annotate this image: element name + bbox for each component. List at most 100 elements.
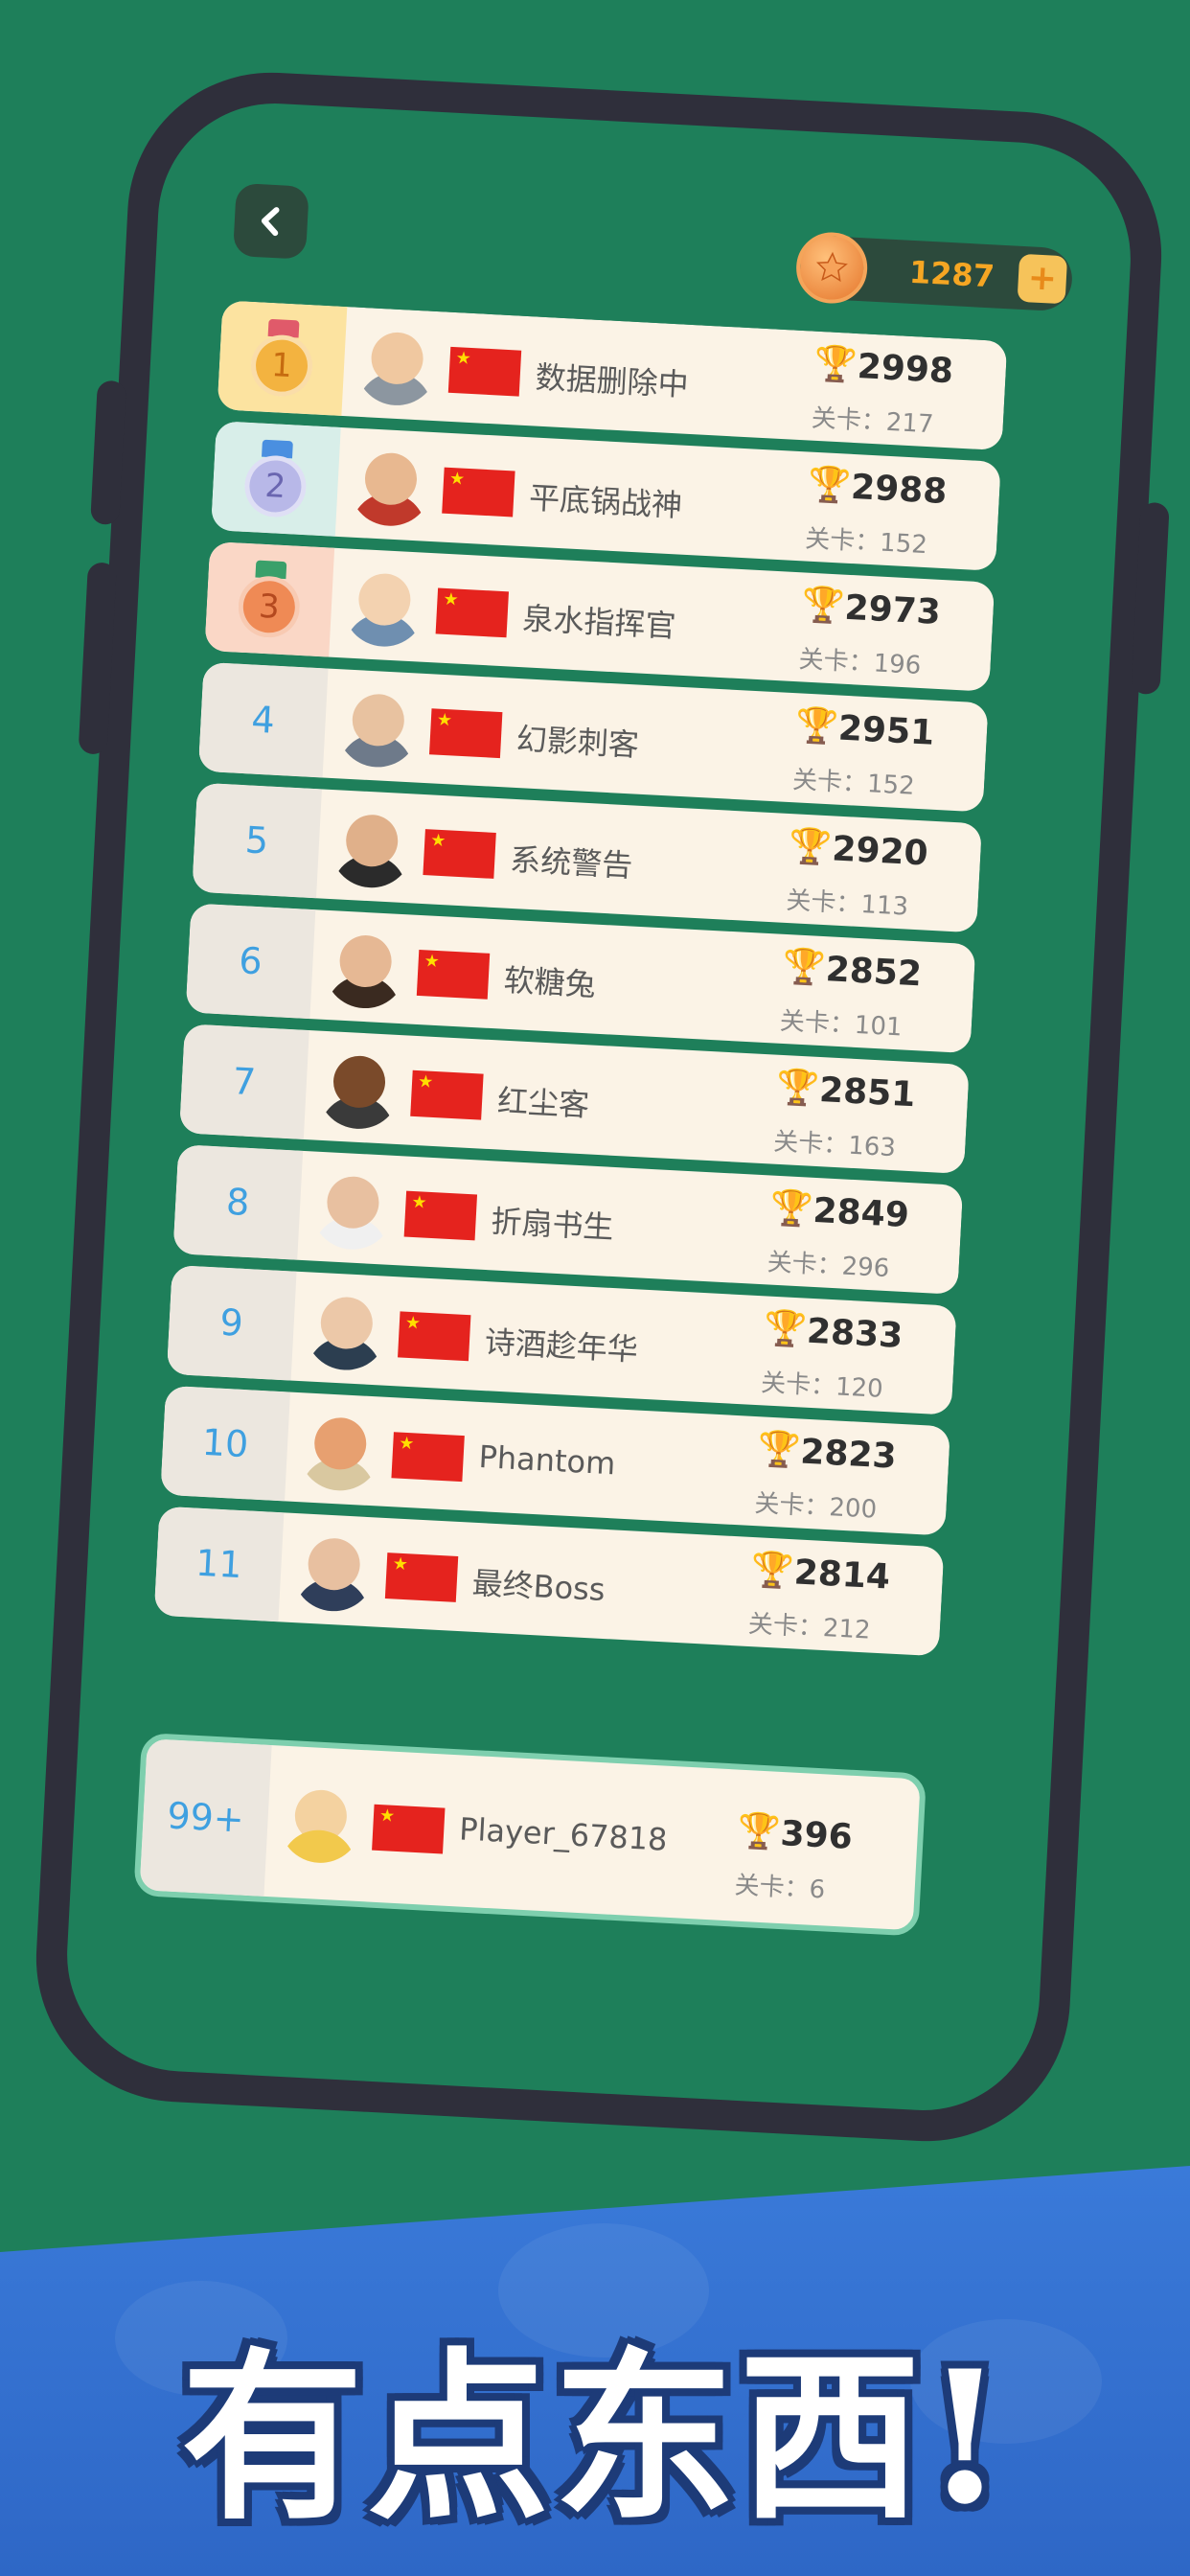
rank-number: 7: [178, 1024, 309, 1139]
player-avatar: [347, 442, 433, 528]
china-flag-icon: ★: [384, 1552, 459, 1602]
china-flag-icon: ★: [435, 587, 510, 638]
bronze-medal-icon: 3: [204, 540, 335, 657]
app-screen: 1287 + 1 ★ 数据删除中 🏆 2998 关卡：217 2 ★ 平底锅战神 🏆 2988 关卡：…: [60, 97, 1137, 2117]
player-avatar: [290, 1527, 377, 1614]
trophy-icon: 🏆: [768, 1187, 814, 1230]
trophy-icon: 🏆: [763, 1308, 808, 1350]
player-levels: 关卡：196: [797, 645, 922, 680]
player-avatar: [341, 562, 427, 649]
player-score: 2823: [799, 1432, 898, 1477]
slogan-text: 有点东西!: [181, 2331, 1009, 2544]
player-name: 最终Boss: [470, 1564, 606, 1609]
trophy-icon: 🏆: [756, 1429, 802, 1471]
player-score: 2833: [805, 1311, 904, 1356]
china-flag-icon: ★: [391, 1432, 465, 1483]
back-button[interactable]: [232, 182, 309, 260]
rank-number: 9: [166, 1264, 297, 1381]
player-levels: 关卡：163: [772, 1127, 897, 1163]
rank-number: 11: [153, 1506, 285, 1622]
player-score: 2988: [850, 467, 949, 513]
china-flag-icon: ★: [429, 708, 503, 759]
coin-balance: 1287 +: [794, 230, 1074, 312]
player-name: 红尘客: [496, 1082, 591, 1124]
player-avatar: [303, 1285, 389, 1372]
player-avatar: [309, 1165, 396, 1252]
star-coin-icon: [794, 230, 870, 306]
player-score: 2951: [836, 708, 936, 753]
phone-side-button: [90, 380, 126, 525]
gold-medal-icon: 1: [217, 300, 348, 416]
player-name: 折扇书生: [490, 1203, 615, 1246]
trophy-icon: 🏆: [775, 1067, 821, 1109]
phone-side-button: [78, 562, 117, 755]
player-name: 数据删除中: [534, 358, 690, 403]
player-levels: 关卡：120: [760, 1368, 884, 1404]
player-name: 平底锅战神: [528, 479, 683, 524]
player-avatar: [354, 321, 440, 408]
my-player-name: Player_67818: [458, 1810, 669, 1858]
chevron-left-icon: [261, 207, 280, 237]
player-levels: 关卡：152: [791, 766, 916, 801]
player-score: 2998: [856, 347, 954, 392]
china-flag-icon: ★: [447, 346, 522, 397]
player-levels: 关卡：152: [804, 524, 928, 561]
china-flag-icon: ★: [403, 1190, 478, 1241]
add-coins-button[interactable]: +: [1017, 253, 1068, 305]
trophy-icon: 🏆: [749, 1550, 795, 1592]
player-name: 软糖兔: [502, 961, 597, 1003]
player-avatar: [316, 1045, 402, 1132]
player-name: 诗酒趁年华: [484, 1323, 639, 1368]
coin-count: 1287: [908, 253, 995, 295]
player-score: 2814: [792, 1552, 891, 1598]
player-avatar: [322, 924, 408, 1011]
rank-number: 6: [185, 903, 316, 1020]
player-avatar: [329, 803, 415, 890]
player-avatar: [297, 1406, 383, 1493]
trophy-icon: 🏆: [812, 343, 858, 386]
silver-medal-icon: 2: [210, 421, 341, 537]
china-flag-icon: ★: [423, 829, 496, 879]
medal-rank-number: 1: [249, 333, 314, 399]
china-flag-icon: ★: [416, 949, 491, 1000]
trophy-icon: 🏆: [794, 705, 839, 748]
china-flag-icon: ★: [398, 1311, 471, 1362]
player-name: 系统警告: [509, 840, 634, 885]
player-name: 幻影刺客: [515, 720, 640, 764]
rank-number: 5: [192, 782, 322, 899]
china-flag-icon: ★: [372, 1804, 446, 1854]
my-rank-row[interactable]: 99+ ★ Player_67818 🏆 396 关卡：6: [133, 1732, 927, 1937]
player-score: 2851: [818, 1070, 917, 1116]
player-score: 2852: [824, 950, 923, 995]
medal-rank-number: 2: [242, 453, 309, 519]
player-name: 泉水指挥官: [521, 600, 677, 645]
trophy-icon: 🏆: [788, 826, 834, 868]
rank-number: 8: [172, 1144, 304, 1260]
player-levels: 关卡：296: [766, 1248, 891, 1284]
player-name: Phantom: [477, 1438, 617, 1483]
player-levels: 关卡：217: [811, 403, 935, 440]
leaderboard-list[interactable]: 1 ★ 数据删除中 🏆 2998 关卡：217 2 ★ 平底锅战神 🏆 2988 关卡：152 3 ★ 泉水…: [149, 300, 1008, 1734]
phone-frame: 1287 + 1 ★ 数据删除中 🏆 2998 关卡：217 2 ★ 平底锅战神 🏆 2988 关卡：…: [29, 65, 1170, 2149]
trophy-icon: 🏆: [807, 464, 853, 506]
my-score: 396: [779, 1813, 854, 1857]
player-score: 2973: [843, 587, 942, 632]
player-score: 2920: [831, 829, 929, 874]
trophy-icon: 🏆: [800, 585, 846, 627]
phone-power-button: [1131, 501, 1170, 696]
player-levels: 关卡：101: [779, 1006, 904, 1043]
trophy-icon: 🏆: [736, 1810, 782, 1852]
my-rank: 99+: [139, 1738, 272, 1897]
player-levels: 关卡：113: [785, 886, 909, 922]
my-avatar: [277, 1779, 363, 1866]
medal-rank-number: 3: [237, 574, 302, 639]
player-levels: 关卡：212: [747, 1609, 872, 1645]
trophy-icon: 🏆: [781, 946, 827, 989]
player-levels: 关卡：200: [753, 1489, 878, 1525]
my-levels: 关卡：6: [733, 1871, 826, 1905]
player-score: 2849: [812, 1190, 910, 1236]
china-flag-icon: ★: [442, 467, 515, 518]
player-avatar: [334, 682, 421, 770]
rank-number: 10: [160, 1385, 290, 1502]
rank-number: 4: [197, 661, 329, 778]
